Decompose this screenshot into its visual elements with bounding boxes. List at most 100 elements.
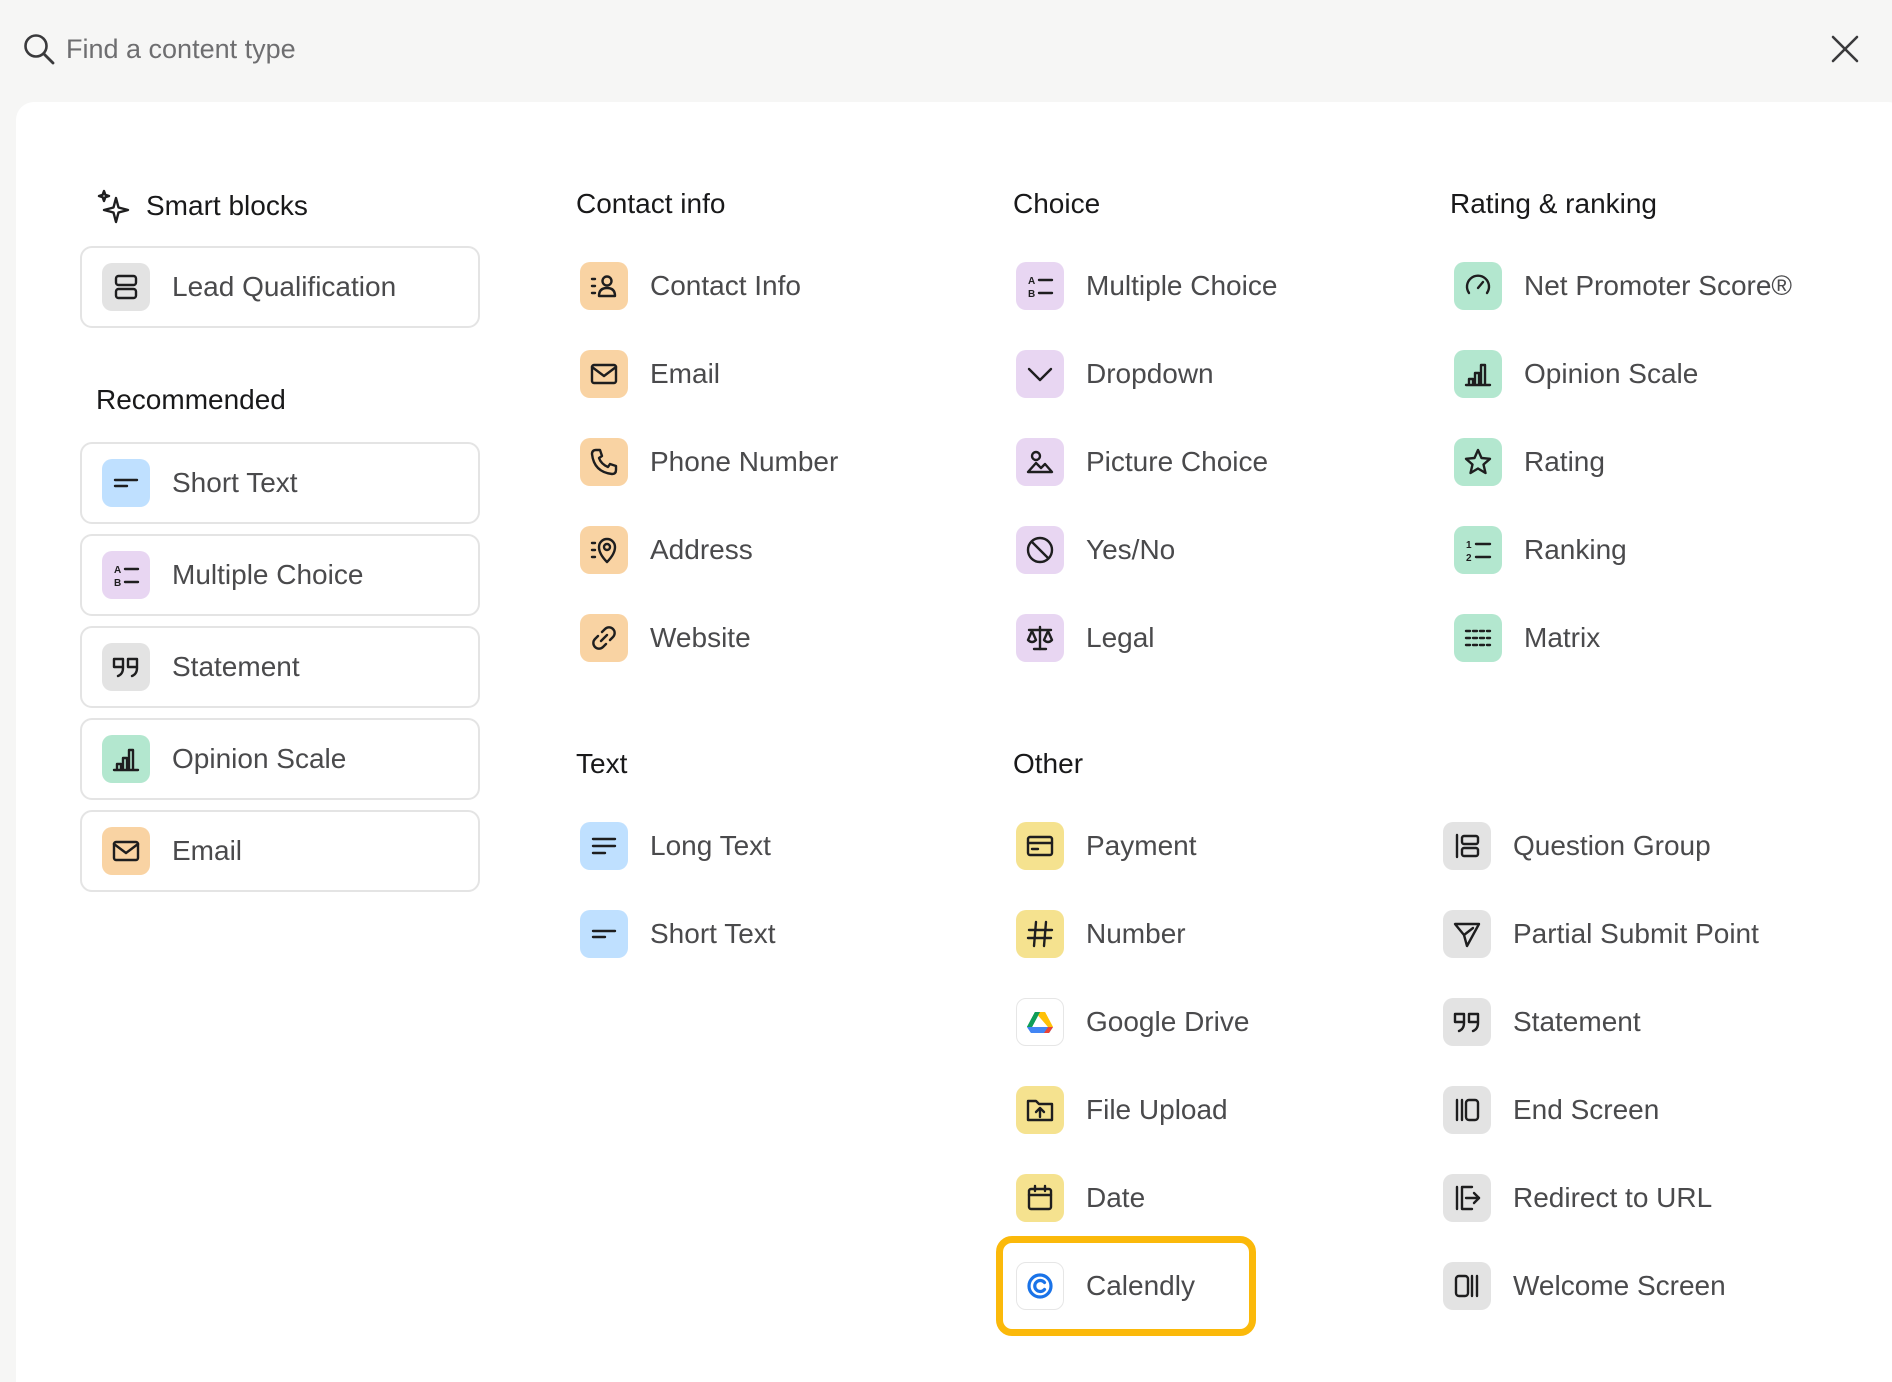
item-opinion-scale[interactable]: Opinion Scale [1454, 344, 1698, 404]
heading-choice: Choice [1013, 188, 1100, 220]
card-opinion-scale[interactable]: Opinion Scale [80, 718, 480, 800]
item-label: Dropdown [1086, 358, 1214, 389]
card-statement[interactable]: Statement [80, 626, 480, 708]
link-icon [580, 614, 628, 662]
heading-other: Other [1013, 748, 1083, 780]
item-calendly[interactable]: Calendly [1016, 1256, 1195, 1316]
calendar-icon [1016, 1174, 1064, 1222]
item-label: Rating [1524, 446, 1605, 477]
opinion-scale-icon [102, 735, 150, 783]
svg-text:B: B [114, 578, 121, 589]
item-label: Phone Number [650, 446, 839, 477]
item-legal[interactable]: Legal [1016, 608, 1155, 668]
item-label: Address [650, 534, 753, 565]
item-long-text[interactable]: Long Text [580, 816, 771, 876]
item-redirect-to-url[interactable]: Redirect to URL [1443, 1168, 1712, 1228]
contact-info-icon [580, 262, 628, 310]
phone-icon [580, 438, 628, 486]
heading-label: Other [1013, 748, 1084, 779]
item-label: Picture Choice [1086, 446, 1269, 477]
item-payment[interactable]: Payment [1016, 816, 1197, 876]
item-label: Statement [1513, 1006, 1641, 1037]
item-website[interactable]: Website [580, 608, 751, 668]
card-multiple-choice[interactable]: AB Multiple Choice [80, 534, 480, 616]
svg-text:A: A [114, 565, 121, 576]
item-partial-submit-point[interactable]: Partial Submit Point [1443, 904, 1759, 964]
close-icon[interactable] [1828, 32, 1862, 66]
gauge-icon [1454, 262, 1502, 310]
quote-icon [1443, 998, 1491, 1046]
card-email[interactable]: Email [80, 810, 480, 892]
heading-text: Text [576, 748, 627, 780]
item-label: Welcome Screen [1513, 1270, 1726, 1301]
item-number[interactable]: Number [1016, 904, 1186, 964]
item-label: Matrix [1524, 622, 1601, 653]
item-label: Google Drive [1086, 1006, 1250, 1037]
heading-smart-blocks: Smart blocks [96, 188, 308, 224]
chevron-down-icon [1016, 350, 1064, 398]
hash-icon [1016, 910, 1064, 958]
card-short-text[interactable]: Short Text [80, 442, 480, 524]
item-label: Payment [1086, 830, 1197, 861]
item-matrix[interactable]: Matrix [1454, 608, 1600, 668]
multiple-choice-icon: AB [102, 551, 150, 599]
card-lead-qualification[interactable]: Lead Qualification [80, 246, 480, 328]
yes-no-icon [1016, 526, 1064, 574]
heading-label: Smart blocks [146, 190, 308, 221]
item-date[interactable]: Date [1016, 1168, 1145, 1228]
item-ranking[interactable]: 12 Ranking [1454, 520, 1627, 580]
item-label: Short Text [650, 918, 776, 949]
svg-text:1: 1 [1466, 540, 1472, 551]
item-label: Website [650, 622, 751, 653]
calendly-icon [1016, 1262, 1064, 1310]
item-label: Opinion Scale [1524, 358, 1699, 389]
item-contact-info[interactable]: Contact Info [580, 256, 801, 316]
item-email[interactable]: Email [580, 344, 720, 404]
item-yes-no[interactable]: Yes/No [1016, 520, 1175, 580]
multiple-choice-icon: AB [1016, 262, 1064, 310]
picture-icon [1016, 438, 1064, 486]
item-label: Ranking [1524, 534, 1627, 565]
item-picture-choice[interactable]: Picture Choice [1016, 432, 1268, 492]
item-net-promoter-score[interactable]: Net Promoter Score® [1454, 256, 1792, 316]
item-welcome-screen[interactable]: Welcome Screen [1443, 1256, 1726, 1316]
item-end-screen[interactable]: End Screen [1443, 1080, 1659, 1140]
item-dropdown[interactable]: Dropdown [1016, 344, 1214, 404]
heading-label: Recommended [96, 384, 286, 415]
search-icon [24, 34, 55, 65]
item-phone-number[interactable]: Phone Number [580, 432, 838, 492]
lead-qualification-icon [102, 263, 150, 311]
item-rating[interactable]: Rating [1454, 432, 1605, 492]
item-label: Multiple Choice [1086, 270, 1278, 301]
item-label: File Upload [1086, 1094, 1228, 1125]
end-screen-icon [1443, 1086, 1491, 1134]
item-address[interactable]: Address [580, 520, 753, 580]
item-question-group[interactable]: Question Group [1443, 816, 1711, 876]
item-label: Calendly [1086, 1270, 1195, 1301]
item-label: Contact Info [650, 270, 801, 301]
star-icon [1454, 438, 1502, 486]
item-label: Net Promoter Score® [1524, 270, 1793, 301]
item-label: End Screen [1513, 1094, 1660, 1125]
item-label: Date [1086, 1182, 1146, 1213]
item-file-upload[interactable]: File Upload [1016, 1080, 1228, 1140]
search-input[interactable] [66, 24, 1766, 74]
heading-label: Choice [1013, 188, 1101, 219]
card-label: Multiple Choice [172, 559, 364, 590]
card-label: Opinion Scale [172, 743, 347, 774]
item-label: Number [1086, 918, 1186, 949]
heading-label: Rating & ranking [1450, 188, 1658, 219]
item-label: Email [650, 358, 721, 389]
scale-balance-icon [1016, 614, 1064, 662]
card-label: Short Text [172, 467, 298, 498]
heading-label: Text [576, 748, 628, 779]
short-text-icon [102, 459, 150, 507]
opinion-scale-icon [1454, 350, 1502, 398]
item-statement[interactable]: Statement [1443, 992, 1641, 1052]
sparkle-icon [97, 189, 130, 224]
item-multiple-choice[interactable]: AB Multiple Choice [1016, 256, 1277, 316]
quote-icon [102, 643, 150, 691]
email-icon [580, 350, 628, 398]
item-google-drive[interactable]: Google Drive [1016, 992, 1249, 1052]
item-short-text[interactable]: Short Text [580, 904, 776, 964]
